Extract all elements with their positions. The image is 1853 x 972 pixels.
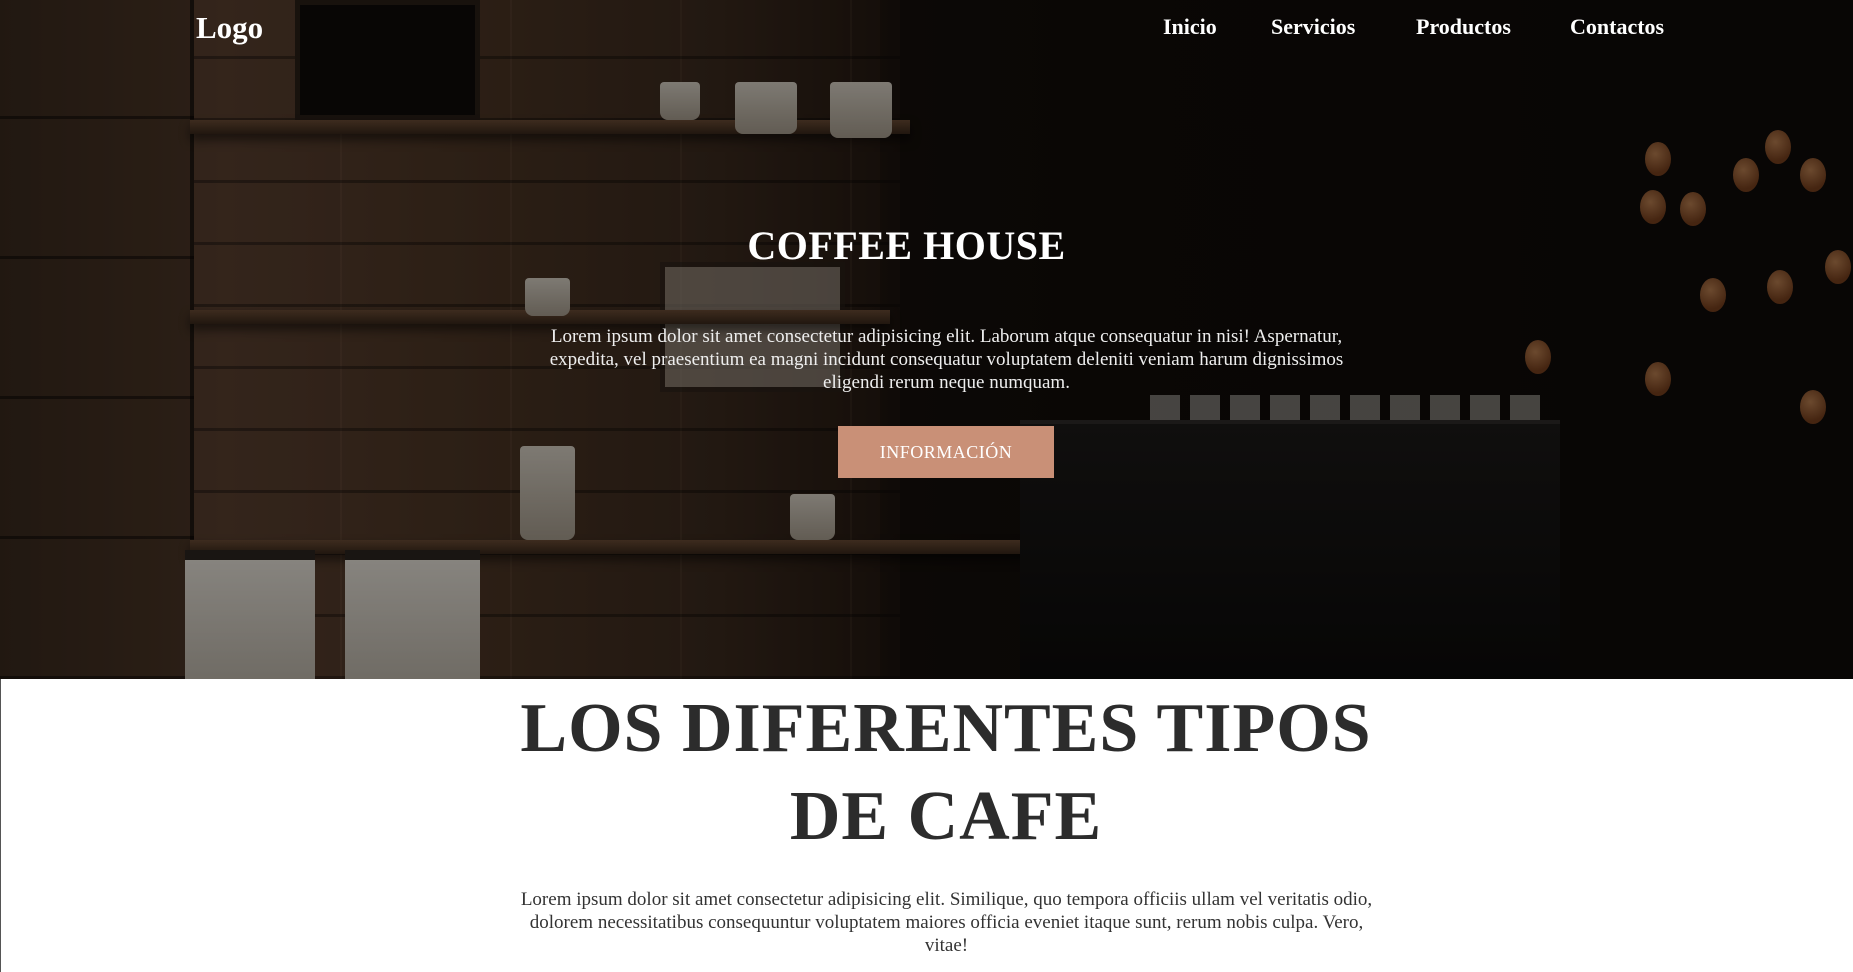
hero-description: Lorem ipsum dolor sit amet consectetur a… [549, 326, 1344, 393]
nav-link-contactos[interactable]: Contactos [1570, 14, 1664, 40]
nav-link-productos[interactable]: Productos [1416, 14, 1511, 40]
hero-title: COFFEE HOUSE [747, 223, 1066, 268]
section-left-border [0, 679, 1, 972]
section-description: Lorem ipsum dolor sit amet consectetur a… [520, 889, 1373, 956]
main-nav: Inicio Servicios Productos Contactos [1153, 14, 1853, 50]
coffee-types-section: LOS DIFERENTES TIPOS DE CAFE Lorem ipsum… [0, 679, 1853, 972]
nav-link-servicios[interactable]: Servicios [1271, 14, 1355, 40]
info-button[interactable]: INFORMACIÓN [838, 426, 1054, 478]
nav-link-inicio[interactable]: Inicio [1163, 14, 1217, 40]
hero-section: Logo Inicio Servicios Productos Contacto… [0, 0, 1853, 679]
site-logo[interactable]: Logo [196, 10, 263, 46]
section-title: LOS DIFERENTES TIPOS DE CAFE [520, 690, 1372, 855]
